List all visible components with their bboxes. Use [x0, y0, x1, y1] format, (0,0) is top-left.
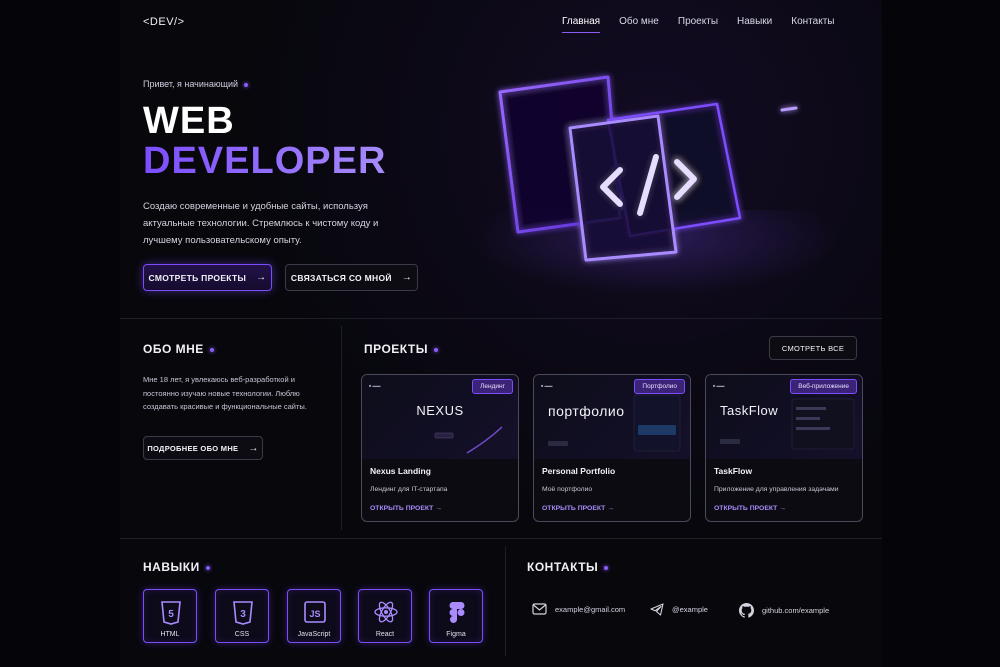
hero-greeting-text: Привет, я начинающий — [143, 79, 239, 89]
project-desc: Лендинг для IT-стартапа — [370, 486, 448, 493]
contact-telegram[interactable]: @example — [650, 603, 708, 616]
divider — [341, 326, 342, 530]
nav-about[interactable]: Обо мне — [619, 16, 659, 27]
accent-dot — [434, 347, 439, 352]
open-project-link[interactable]: ОТКРЫТЬ ПРОЕКТ → — [714, 505, 786, 512]
svg-text:5: 5 — [168, 609, 174, 620]
preview-logo-icon: ■ ▬▬ — [369, 383, 381, 388]
divider — [120, 318, 882, 319]
skill-figma[interactable]: Figma — [429, 589, 483, 643]
skill-css[interactable]: 3 CSS — [215, 589, 269, 643]
skill-react[interactable]: React — [358, 589, 412, 643]
project-title: Nexus Landing — [370, 466, 431, 476]
open-project-label: ОТКРЫТЬ ПРОЕКТ — [370, 505, 434, 512]
view-projects-button[interactable]: СМОТРЕТЬ ПРОЕКТЫ → — [143, 264, 272, 291]
arrow-right-icon: → — [435, 505, 443, 512]
open-project-link[interactable]: ОТКРЫТЬ ПРОЕКТ → — [542, 505, 614, 512]
skill-label: HTML — [160, 631, 180, 638]
view-all-button[interactable]: СМОТРЕТЬ ВСЕ — [769, 336, 857, 360]
project-title: Personal Portfolio — [542, 466, 616, 476]
nav-home[interactable]: Главная — [562, 16, 601, 33]
open-project-label: ОТКРЫТЬ ПРОЕКТ — [714, 505, 778, 512]
divider — [505, 546, 506, 656]
about-title: ОБО МНЕ — [143, 342, 214, 356]
project-tag: Веб-приложение — [790, 379, 857, 394]
project-preview-title: NEXUS — [416, 403, 464, 418]
hero-description: Создаю современные и удобные сайты, испо… — [143, 201, 379, 246]
view-projects-label: СМОТРЕТЬ ПРОЕКТЫ — [148, 272, 247, 283]
contact-label: example@gmail.com — [555, 604, 626, 614]
accent-dot — [205, 565, 210, 570]
skills-title: НАВЫКИ — [143, 560, 210, 574]
contact-label: @example — [672, 605, 708, 614]
mail-icon — [532, 603, 547, 615]
contact-me-label: СВЯЗАТЬСЯ СО МНОЙ — [290, 272, 392, 283]
arrow-right-icon: → — [401, 272, 413, 283]
project-desc: Моё портфолио — [542, 486, 593, 493]
projects-title-text: ПРОЕКТЫ — [364, 342, 429, 356]
divider — [120, 538, 882, 539]
preview-logo-icon: ■ ▬▬ — [713, 383, 725, 388]
project-preview-title: портфолио — [548, 403, 625, 419]
react-icon — [374, 601, 398, 623]
project-tag: Портфолио — [634, 379, 685, 394]
project-card[interactable]: ■ ▬▬ Портфолио портфолио Personal Portfo… — [533, 374, 691, 522]
hero-title-line1: WEB — [143, 100, 235, 142]
skills-title-text: НАВЫКИ — [143, 560, 200, 574]
contact-email[interactable]: example@gmail.com — [532, 603, 625, 615]
projects-title: ПРОЕКТЫ — [364, 342, 439, 356]
nav-skills[interactable]: Навыки — [737, 16, 772, 27]
skill-label: JavaScript — [297, 631, 331, 638]
project-title: TaskFlow — [714, 466, 753, 476]
skill-label: Figma — [446, 631, 466, 638]
skill-html[interactable]: 5 HTML — [143, 589, 197, 643]
svg-text:3: 3 — [240, 609, 246, 620]
arrow-right-icon: → — [256, 272, 267, 283]
main-nav: Главная Обо мне Проекты Навыки Контакты — [562, 16, 853, 33]
contacts-title-text: КОНТАКТЫ — [527, 560, 599, 574]
github-icon — [739, 603, 754, 618]
project-desc: Приложение для управления задачами — [714, 486, 839, 493]
code-brackets-icon — [498, 75, 798, 262]
about-text: Мне 18 лет, я увлекаюсь веб-разработкой … — [143, 375, 307, 411]
contacts-title: КОНТАКТЫ — [527, 560, 609, 574]
contact-label: github.com/example — [762, 606, 830, 615]
about-more-label: ПОДРОБНЕЕ ОБО МНЕ — [147, 443, 239, 453]
open-project-link[interactable]: ОТКРЫТЬ ПРОЕКТ → — [370, 505, 442, 512]
skill-label: CSS — [234, 631, 250, 638]
preview-logo-icon: ■ ▬▬ — [541, 383, 553, 388]
arrow-right-icon: → — [607, 505, 615, 512]
skill-label: React — [375, 631, 395, 638]
css3-icon: 3 — [233, 601, 253, 625]
site-logo[interactable]: <DEV/> — [143, 16, 185, 28]
skill-javascript[interactable]: JS JavaScript — [287, 589, 341, 643]
project-card[interactable]: ■ ▬▬ Лендинг NEXUS Nexus Landing Лендинг… — [361, 374, 519, 522]
nav-contacts[interactable]: Контакты — [791, 16, 834, 27]
project-tag: Лендинг — [472, 379, 513, 394]
telegram-icon — [650, 603, 664, 616]
nav-projects[interactable]: Проекты — [678, 16, 718, 27]
project-preview-title: TaskFlow — [720, 403, 779, 418]
about-title-text: ОБО МНЕ — [143, 342, 204, 356]
accent-dot — [604, 565, 609, 570]
arrow-right-icon: → — [248, 442, 259, 454]
hero-greeting: Привет, я начинающий — [143, 79, 249, 89]
contact-me-button[interactable]: СВЯЗАТЬСЯ СО МНОЙ → — [285, 264, 418, 291]
accent-dot — [209, 347, 214, 352]
project-card[interactable]: ■ ▬▬ Веб-приложение TaskFlow TaskFlow Пр… — [705, 374, 863, 522]
contact-github[interactable]: github.com/example — [739, 603, 829, 618]
arrow-right-icon: → — [779, 505, 787, 512]
javascript-icon: JS — [304, 601, 326, 623]
svg-text:JS: JS — [309, 609, 320, 619]
about-more-button[interactable]: ПОДРОБНЕЕ ОБО МНЕ → — [143, 436, 263, 460]
accent-dot — [244, 82, 249, 87]
html5-icon: 5 — [161, 601, 181, 625]
open-project-label: ОТКРЫТЬ ПРОЕКТ — [542, 505, 606, 512]
hero-title-line2: DEVELOPER — [143, 140, 387, 182]
figma-icon — [449, 602, 465, 623]
